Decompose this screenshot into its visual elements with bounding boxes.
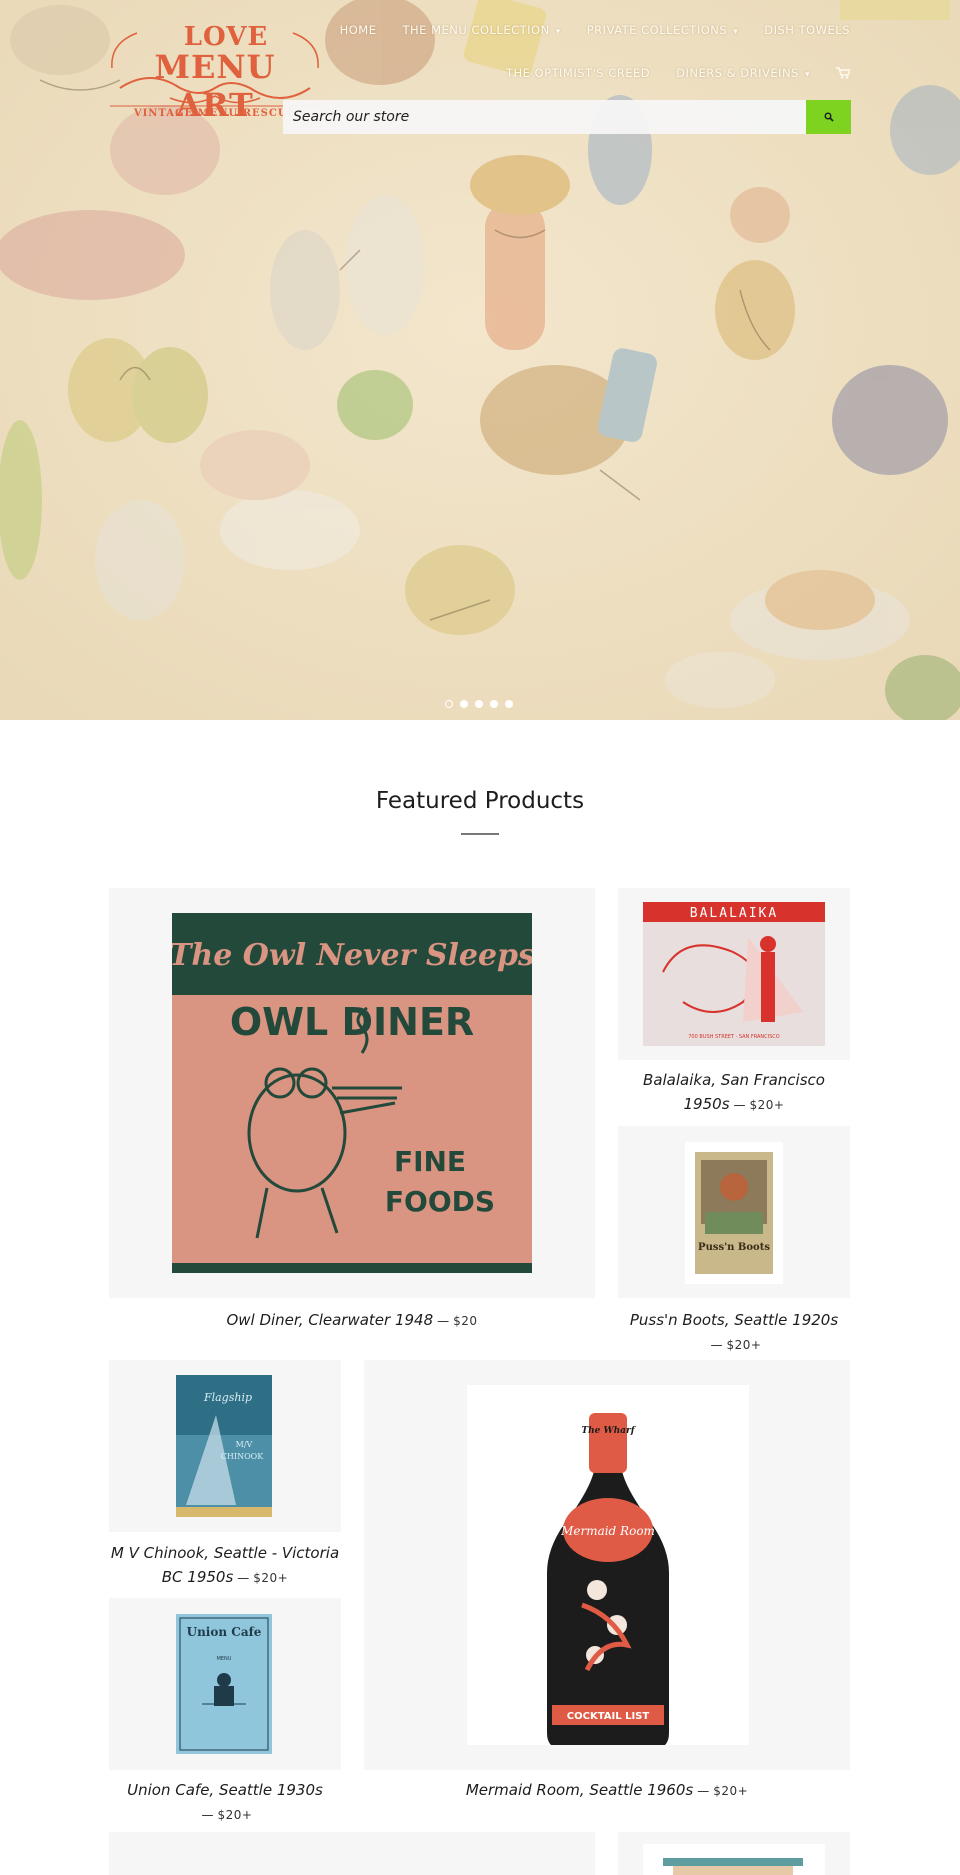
price-separator: — bbox=[201, 1808, 214, 1822]
product-image-next bbox=[643, 1844, 825, 1875]
cart-icon[interactable] bbox=[836, 67, 852, 79]
product-caption-union-cafe[interactable]: Union Cafe, Seattle 1930s — $20+ bbox=[109, 1778, 341, 1827]
product-image-mermaid-room: The Wharf Mermaid Room COCKTAIL LIST bbox=[467, 1385, 749, 1745]
product-image-pussn-boots: Puss'n Boots bbox=[685, 1142, 783, 1284]
product-card-balalaika[interactable]: BALALAIKA 700 BUSH STREET · SAN FRANCISC… bbox=[618, 888, 850, 1060]
nav-row-secondary: THE OPTIMIST'S CREED DINERS & DRIVEINS ▾ bbox=[310, 63, 852, 83]
nav-item-label: DINERS & DRIVEINS bbox=[676, 66, 799, 80]
chinook-mv: M/V bbox=[236, 1440, 253, 1449]
heading-divider bbox=[461, 833, 499, 835]
product-price: $20+ bbox=[253, 1571, 289, 1585]
owl-diner-slogan: The Owl Never Sleeps bbox=[172, 938, 532, 973]
product-caption-pussn-boots[interactable]: Puss'n Boots, Seattle 1920s — $20+ bbox=[618, 1308, 850, 1357]
mermaid-room-title: Mermaid Room bbox=[560, 1524, 655, 1538]
hero-slideshow[interactable]: LOVE MENU ART VINTAGE MENU RESCUE HOME T… bbox=[0, 0, 960, 720]
nav-item-label: DISH TOWELS bbox=[764, 23, 850, 37]
owl-diner-foods: FOODS bbox=[385, 1185, 495, 1218]
search-button[interactable] bbox=[806, 100, 851, 134]
price-separator: — bbox=[710, 1338, 723, 1352]
product-card-next-large[interactable] bbox=[109, 1832, 595, 1875]
chinook-name: CHINOOK bbox=[221, 1452, 264, 1461]
price-separator: — bbox=[733, 1098, 746, 1112]
slideshow-pagination bbox=[445, 700, 513, 708]
product-caption-mermaid-room[interactable]: Mermaid Room, Seattle 1960s — $20+ bbox=[364, 1778, 850, 1803]
price-separator: — bbox=[437, 1314, 450, 1328]
product-caption-mv-chinook[interactable]: M V Chinook, Seattle - Victoria BC 1950s… bbox=[109, 1541, 341, 1590]
nav-row-primary: HOME THE MENU COLLECTION ▾ PRIVATE COLLEC… bbox=[310, 20, 850, 40]
product-title: Puss'n Boots, Seattle 1920s bbox=[629, 1311, 839, 1329]
nav-item-label: PRIVATE COLLECTIONS bbox=[586, 23, 728, 37]
slide-dot-3[interactable] bbox=[475, 700, 483, 708]
product-image-balalaika: BALALAIKA 700 BUSH STREET · SAN FRANCISC… bbox=[643, 902, 825, 1046]
product-price: $20+ bbox=[217, 1808, 253, 1822]
search-input[interactable] bbox=[283, 100, 806, 134]
product-image-mv-chinook: Flagship M/V CHINOOK bbox=[176, 1375, 272, 1517]
owl-diner-fine: FINE bbox=[394, 1145, 466, 1178]
product-price: $20 bbox=[453, 1314, 478, 1328]
product-card-union-cafe[interactable]: Union Cafe MENU bbox=[109, 1598, 341, 1770]
nav-item-private-collections[interactable]: PRIVATE COLLECTIONS ▾ bbox=[587, 23, 738, 37]
nav-item-label: HOME bbox=[339, 23, 377, 37]
product-title: Owl Diner, Clearwater 1948 bbox=[226, 1311, 434, 1329]
product-title: Mermaid Room, Seattle 1960s bbox=[465, 1781, 694, 1799]
featured-products-heading: Featured Products bbox=[375, 788, 585, 814]
mermaid-wharf: The Wharf bbox=[581, 1426, 636, 1436]
nav-item-label: THE MENU COLLECTION bbox=[402, 23, 550, 37]
product-image-owl-diner: The Owl Never Sleeps OWL DINER FINE FOOD… bbox=[172, 913, 532, 1273]
product-caption-owl-diner[interactable]: Owl Diner, Clearwater 1948— $20 bbox=[109, 1308, 595, 1333]
owl-diner-name: OWL DINER bbox=[230, 1000, 474, 1044]
slide-dot-1[interactable] bbox=[445, 700, 453, 708]
product-price: $20+ bbox=[713, 1784, 749, 1798]
product-title: Union Cafe, Seattle 1930s bbox=[127, 1781, 323, 1799]
product-price: $20+ bbox=[726, 1338, 762, 1352]
search-icon bbox=[824, 112, 834, 122]
product-title: M V Chinook, Seattle - Victoria BC 1950s bbox=[110, 1544, 340, 1586]
product-card-mv-chinook[interactable]: Flagship M/V CHINOOK bbox=[109, 1360, 341, 1532]
nav-item-diners-driveins[interactable]: DINERS & DRIVEINS ▾ bbox=[676, 66, 810, 80]
chinook-flagship: Flagship bbox=[203, 1391, 252, 1404]
product-caption-balalaika[interactable]: Balalaika, San Francisco 1950s — $20+ bbox=[618, 1068, 850, 1117]
product-card-owl-diner[interactable]: The Owl Never Sleeps OWL DINER FINE FOOD… bbox=[109, 888, 595, 1298]
main-navigation: HOME THE MENU COLLECTION ▾ PRIVATE COLLEC… bbox=[310, 20, 852, 83]
slide-dot-4[interactable] bbox=[490, 700, 498, 708]
chevron-down-icon: ▾ bbox=[733, 27, 739, 37]
chevron-down-icon: ▾ bbox=[555, 27, 561, 37]
union-cafe-name: Union Cafe bbox=[187, 1625, 262, 1639]
product-card-pussn-boots[interactable]: Puss'n Boots bbox=[618, 1126, 850, 1298]
slide-dot-2[interactable] bbox=[460, 700, 468, 708]
product-image-union-cafe: Union Cafe MENU bbox=[176, 1614, 272, 1754]
product-card-mermaid-room[interactable]: The Wharf Mermaid Room COCKTAIL LIST bbox=[364, 1360, 850, 1770]
product-card-next-small[interactable] bbox=[618, 1832, 850, 1875]
nav-item-dish-towels[interactable]: DISH TOWELS bbox=[764, 23, 850, 37]
nav-item-home[interactable]: HOME bbox=[340, 23, 377, 37]
mermaid-cocktail-list: COCKTAIL LIST bbox=[567, 1711, 650, 1722]
search-form bbox=[283, 100, 851, 134]
price-separator: — bbox=[697, 1784, 710, 1798]
pussn-boots-name: Puss'n Boots bbox=[698, 1242, 770, 1253]
nav-item-menu-collection[interactable]: THE MENU COLLECTION ▾ bbox=[402, 23, 560, 37]
balalaika-name: BALALAIKA bbox=[690, 906, 778, 921]
price-separator: — bbox=[237, 1571, 250, 1585]
chevron-down-icon: ▾ bbox=[804, 70, 810, 80]
union-cafe-menu: MENU bbox=[217, 1656, 232, 1662]
slide-dot-5[interactable] bbox=[505, 700, 513, 708]
nav-item-optimists-creed[interactable]: THE OPTIMIST'S CREED bbox=[506, 66, 650, 80]
product-price: $20+ bbox=[749, 1098, 785, 1112]
nav-item-label: THE OPTIMIST'S CREED bbox=[505, 66, 651, 80]
balalaika-address: 700 BUSH STREET · SAN FRANCISCO bbox=[688, 1034, 780, 1040]
